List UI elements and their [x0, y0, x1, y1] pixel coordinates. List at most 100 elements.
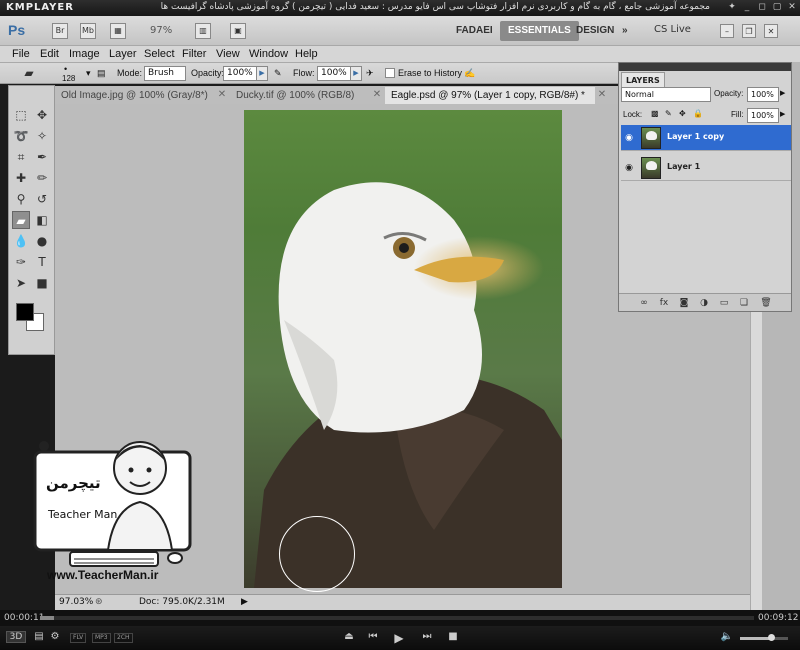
screen-mode-button[interactable]: ▣ [230, 23, 246, 39]
tab-old-image[interactable]: Old Image.jpg @ 100% (Gray/8*) [55, 87, 215, 104]
seek-track[interactable] [40, 616, 754, 620]
toggle-brush-panel-icon[interactable]: ▤ [97, 68, 106, 79]
crop-tool-icon[interactable]: ⌗ [12, 148, 30, 166]
workspace-essentials[interactable]: ESSENTIALS [500, 21, 579, 41]
fill-arrow-icon[interactable]: ▶ [780, 110, 785, 118]
status-zoom[interactable]: 97.03% [59, 597, 93, 607]
status-menu-arrow-icon[interactable]: ▶ [241, 597, 248, 607]
minimize-icon[interactable]: _ [741, 2, 753, 13]
delete-layer-icon[interactable]: 🗑 [759, 296, 773, 310]
new-layer-icon[interactable]: ❏ [737, 296, 751, 310]
link-layers-icon[interactable]: ∞ [637, 296, 651, 310]
app-restore-icon[interactable]: ❐ [742, 24, 756, 38]
app-minimize-icon[interactable]: – [720, 24, 734, 38]
previous-icon[interactable]: ⏮ [366, 631, 380, 642]
history-brush-tool-icon[interactable]: ↺ [33, 190, 51, 208]
clone-stamp-tool-icon[interactable]: ⚲ [12, 190, 30, 208]
brush-tool-icon[interactable]: ✏ [33, 169, 51, 187]
mini-bridge-button[interactable]: Mb [80, 23, 96, 39]
tab-eagle[interactable]: Eagle.psd @ 97% (Layer 1 copy, RGB/8#) * [385, 87, 595, 104]
eject-icon[interactable]: ⏏ [342, 631, 356, 642]
maximize-icon[interactable]: ▢ [771, 2, 783, 13]
bridge-button[interactable]: Br [52, 23, 68, 39]
close-icon[interactable]: ✕ [786, 2, 798, 13]
menu-filter[interactable]: Filter [182, 46, 206, 62]
healing-brush-tool-icon[interactable]: ✚ [12, 169, 30, 187]
fill-field[interactable]: 100% [747, 108, 779, 123]
layer-opacity-field[interactable]: 100% [747, 87, 779, 102]
stop-icon[interactable]: ■ [446, 631, 460, 642]
layer-row-layer-1[interactable]: ◉ Layer 1 [621, 155, 791, 181]
flow-slider-arrow[interactable]: ▶ [350, 66, 362, 81]
volume-slider[interactable] [740, 634, 788, 641]
erase-to-history-checkbox[interactable] [385, 68, 395, 78]
pressure-size-icon[interactable]: ✍ [464, 68, 475, 79]
layer-row-layer-1-copy[interactable]: ◉ Layer 1 copy [621, 125, 791, 151]
gradient-tool-icon[interactable]: ◧ [33, 211, 51, 229]
brush-picker-icon[interactable]: ▾ [86, 68, 91, 79]
move-tool-icon[interactable]: ✥ [33, 106, 51, 124]
pin-icon[interactable]: ✦ [726, 2, 738, 13]
player-seek-bar[interactable]: 00:00:11 00:09:12 [0, 610, 800, 626]
more-workspaces-icon[interactable]: » [614, 21, 636, 41]
app-close-icon[interactable]: ✕ [764, 24, 778, 38]
lock-image-icon[interactable]: ✎ [665, 109, 672, 118]
lock-position-icon[interactable]: ✥ [679, 109, 686, 118]
menu-view[interactable]: View [216, 46, 240, 62]
volume-knob[interactable] [768, 634, 775, 641]
mode-select[interactable]: Brush [144, 66, 186, 81]
pen-tool-icon[interactable]: ✑ [12, 253, 30, 271]
menu-image[interactable]: Image [69, 46, 100, 62]
menu-edit[interactable]: Edit [40, 46, 59, 62]
blur-tool-icon[interactable]: 💧 [12, 232, 30, 250]
airbrush-icon[interactable]: ✈ [366, 68, 374, 79]
eagle-photo[interactable] [244, 110, 562, 588]
zoom-level-dropdown[interactable]: 97% [150, 25, 172, 36]
opacity-field[interactable]: 100% [223, 66, 257, 81]
playlist-icon[interactable]: ▤ [32, 631, 46, 642]
settings-gear-icon[interactable]: ⚙ [48, 631, 62, 642]
visibility-eye-icon[interactable]: ◉ [623, 162, 635, 174]
eyedropper-tool-icon[interactable]: ✒ [33, 148, 51, 166]
marquee-tool-icon[interactable]: ⬚ [12, 106, 30, 124]
tab-close-icon[interactable]: ✕ [370, 87, 384, 102]
layer-opacity-arrow-icon[interactable]: ▶ [780, 89, 785, 97]
shape-tool-icon[interactable]: ■ [33, 274, 51, 292]
menu-layer[interactable]: Layer [109, 46, 137, 62]
tab-ducky[interactable]: Ducky.tif @ 100% (RGB/8) [230, 87, 375, 104]
volume-icon[interactable]: 🔈 [720, 631, 734, 642]
menu-help[interactable]: Help [295, 46, 318, 62]
quick-select-tool-icon[interactable]: ✧ [33, 127, 51, 145]
lasso-tool-icon[interactable]: ➰ [12, 127, 30, 145]
menu-select[interactable]: Select [144, 46, 175, 62]
next-icon[interactable]: ⏭ [420, 631, 434, 642]
blend-mode-select[interactable]: Normal [621, 87, 711, 102]
flow-field[interactable]: 100% [317, 66, 351, 81]
restore-icon[interactable]: ◻ [756, 2, 768, 13]
layers-tab[interactable]: LAYERS [621, 72, 665, 87]
new-group-icon[interactable]: ▭ [717, 296, 731, 310]
lock-all-icon[interactable]: 🔒 [693, 109, 703, 118]
menu-file[interactable]: File [12, 46, 30, 62]
menu-window[interactable]: Window [249, 46, 288, 62]
visibility-eye-icon[interactable]: ◉ [623, 132, 635, 144]
arrange-documents-button[interactable]: ▥ [195, 23, 211, 39]
view-extras-button[interactable]: ▦ [110, 23, 126, 39]
dodge-tool-icon[interactable]: ● [33, 232, 51, 250]
brush-preview-icon[interactable]: • [64, 64, 67, 74]
foreground-color-swatch[interactable] [16, 303, 34, 321]
play-icon[interactable]: ▶ [392, 631, 406, 645]
path-select-tool-icon[interactable]: ➤ [12, 274, 30, 292]
adjustment-layer-icon[interactable]: ◑ [697, 296, 711, 310]
cs-live-button[interactable]: CS Live [654, 24, 691, 35]
tab-close-icon[interactable]: ✕ [215, 87, 229, 102]
status-info-icon[interactable]: ⊛ [95, 597, 103, 607]
3d-mode-button[interactable]: 3D [6, 631, 26, 643]
layer-style-icon[interactable]: fx [657, 296, 671, 310]
panel-header[interactable] [619, 63, 791, 71]
type-tool-icon[interactable]: T [33, 253, 51, 271]
workspace-fadaei[interactable]: FADAEI [448, 21, 501, 41]
eraser-tool-icon[interactable]: ▰ [12, 211, 30, 229]
opacity-slider-arrow[interactable]: ▶ [256, 66, 268, 81]
tab-close-icon[interactable]: ✕ [595, 87, 609, 102]
